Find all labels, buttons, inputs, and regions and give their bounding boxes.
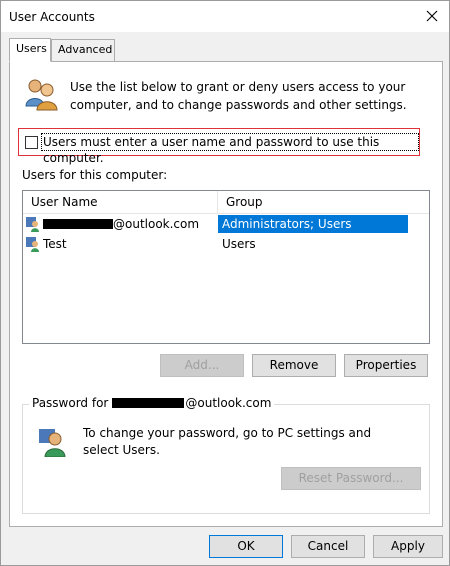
window-title: User Accounts: [9, 10, 95, 24]
ok-button[interactable]: OK: [209, 535, 283, 558]
close-button[interactable]: [419, 3, 445, 29]
password-groupbox: Password for @outlook.com To change your…: [22, 396, 430, 514]
add-user-button[interactable]: Add...: [160, 354, 244, 377]
require-password-label[interactable]: Users must enter a user name and passwor…: [41, 133, 419, 165]
table-row[interactable]: Test Users: [23, 234, 429, 254]
properties-button[interactable]: Properties: [344, 354, 428, 377]
column-group[interactable]: Group: [218, 191, 426, 213]
listview-header: User Name Group: [23, 191, 429, 214]
require-password-checkbox[interactable]: [25, 136, 38, 149]
close-icon: [426, 10, 438, 22]
users-icon: [25, 79, 58, 111]
user-password-icon: [39, 429, 66, 457]
user-name-cell: Test: [25, 234, 67, 254]
column-user-name[interactable]: User Name: [23, 191, 218, 213]
redacted-name: [43, 219, 113, 229]
tab-users-label: Users: [16, 42, 47, 55]
password-title-suffix: @outlook.com: [185, 396, 272, 410]
password-help-text: To change your password, go to PC settin…: [83, 426, 372, 457]
users-list-label: Users for this computer:: [22, 168, 168, 182]
group-cell: Administrators; Users: [218, 215, 408, 233]
table-row[interactable]: @outlook.com Administrators; Users: [23, 214, 429, 234]
info-text: Use the list below to grant or deny user…: [70, 80, 407, 112]
group-cell: Users: [222, 237, 256, 251]
user-accounts-window: User Accounts Users Advanced Use the lis…: [0, 0, 450, 566]
title-bar[interactable]: User Accounts: [1, 1, 449, 32]
cancel-button[interactable]: Cancel: [291, 535, 365, 558]
apply-button[interactable]: Apply: [373, 535, 443, 558]
user-name-text: @outlook.com: [113, 217, 200, 231]
users-listview[interactable]: User Name Group @outlook.com Administrat…: [22, 190, 430, 344]
user-icon: [26, 237, 39, 252]
tab-users[interactable]: Users: [9, 38, 51, 62]
tab-advanced[interactable]: Advanced: [51, 39, 115, 62]
reset-password-button[interactable]: Reset Password...: [281, 467, 421, 490]
checkbox-highlight: Users must enter a user name and passwor…: [18, 128, 420, 165]
password-title-prefix: Password for: [32, 396, 109, 410]
password-group-title: Password for @outlook.com: [29, 396, 275, 410]
redacted-name: [112, 398, 185, 408]
remove-user-button[interactable]: Remove: [252, 354, 336, 377]
user-icon: [26, 217, 39, 232]
user-name-text: Test: [43, 237, 67, 251]
tab-advanced-label: Advanced: [58, 43, 113, 56]
users-tab-panel: Use the list below to grant or deny user…: [9, 61, 443, 527]
user-name-cell: @outlook.com: [25, 214, 199, 234]
